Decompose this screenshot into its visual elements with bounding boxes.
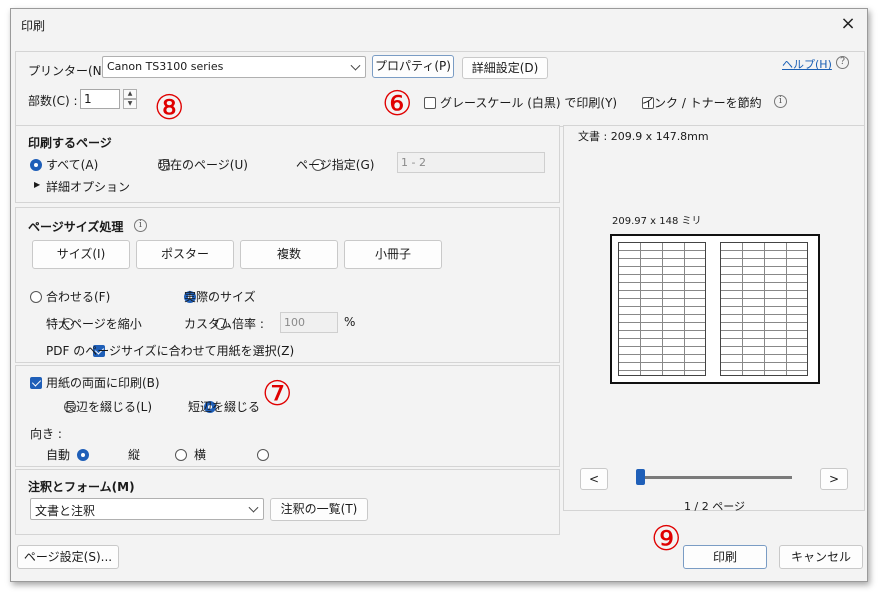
page-range-value: 1 - 2 <box>401 156 426 169</box>
properties-button[interactable]: プロパティ(P) <box>372 55 454 78</box>
page-indicator: 1 / 2 ページ <box>684 500 745 513</box>
save-ink-label: インク / トナーを節約 <box>642 96 762 110</box>
comments-heading: 注釈とフォーム(M) <box>28 480 135 494</box>
custom-scale-label: カスタム倍率 : <box>184 317 264 331</box>
fit-label: 合わせる(F) <box>46 290 111 304</box>
annotation-7: ⑦ <box>262 374 293 414</box>
annotation-9: ⑨ <box>651 519 682 559</box>
info-icon[interactable]: i <box>134 219 147 232</box>
help-link[interactable]: ヘルプ(H) <box>782 56 832 72</box>
printer-name: Canon TS3100 series <box>107 60 224 73</box>
comments-panel: 注釈とフォーム(M) 文書と注釈 注釈の一覧(T) <box>15 469 560 535</box>
expand-triangle-icon[interactable]: ▶ <box>34 180 40 189</box>
auto-orientation-label: 自動 <box>46 448 71 462</box>
preview-table-right <box>720 242 808 376</box>
pages-current-label: 現在のページ(U) <box>158 158 248 172</box>
custom-scale-value: 100 <box>284 316 305 329</box>
grayscale-checkbox[interactable] <box>424 96 436 109</box>
advanced-button[interactable]: 詳細設定(D) <box>462 57 548 79</box>
poster-button[interactable]: ポスター <box>136 240 234 269</box>
long-edge-label: 長辺を綴じる(L) <box>64 400 153 414</box>
comments-selected: 文書と注釈 <box>35 504 96 518</box>
annotation-6: ⑥ <box>382 84 413 124</box>
short-edge-label: 短辺を綴じる <box>188 400 261 414</box>
sizing-heading: ページサイズ処理 <box>28 220 124 234</box>
printer-select[interactable]: Canon TS3100 series <box>102 56 366 78</box>
auto-orientation-radio[interactable] <box>77 448 90 461</box>
duplex-checkbox[interactable] <box>30 376 42 389</box>
info-icon[interactable]: i <box>774 95 787 108</box>
copies-label: 部数(C) : <box>28 94 78 108</box>
help-icon[interactable]: ? <box>836 56 849 69</box>
page-slider-track[interactable] <box>636 476 792 479</box>
duplex-panel: 用紙の両面に印刷(B) 長辺を綴じる(L) 短辺を綴じる ⑦ 向き : 自動 縦… <box>15 365 560 467</box>
dialog-title: 印刷 <box>21 19 46 33</box>
copies-up-icon[interactable]: ▲ <box>123 89 137 99</box>
chevron-down-icon <box>248 502 259 513</box>
pages-panel: 印刷するページ すべて(A) 現在のページ(U) ページ指定(G) 1 - 2 … <box>15 125 560 203</box>
pdf-size-label: PDF のページサイズに合わせて用紙を選択(Z) <box>46 344 295 358</box>
copies-input[interactable]: 1 <box>80 89 120 109</box>
actual-size-label: 実際のサイズ <box>184 290 256 304</box>
chevron-down-icon <box>350 60 361 71</box>
document-size: 文書 : 209.9 x 147.8mm <box>578 130 709 143</box>
booklet-button[interactable]: 小冊子 <box>344 240 442 269</box>
pages-range-label: ページ指定(G) <box>296 158 375 172</box>
grayscale-label: グレースケール (白黒) で印刷(Y) <box>440 96 618 110</box>
pages-all-radio[interactable] <box>30 158 42 171</box>
custom-scale-input[interactable]: 100 <box>280 312 338 333</box>
percent-label: % <box>344 315 356 329</box>
orientation-label: 向き : <box>30 427 62 441</box>
pages-heading: 印刷するページ <box>28 136 112 150</box>
print-dialog: 印刷 × プリンター(N) : Canon TS3100 series プロパテ… <box>10 8 868 582</box>
next-page-button[interactable]: > <box>820 468 848 490</box>
title-bar: 印刷 × <box>11 9 867 39</box>
close-icon[interactable]: × <box>837 13 859 35</box>
page-range-input[interactable]: 1 - 2 <box>397 152 545 173</box>
comments-select[interactable]: 文書と注釈 <box>30 498 264 520</box>
sheet-size: 209.97 x 148 ミリ <box>612 216 702 227</box>
preview-table-left <box>618 242 706 376</box>
portrait-label: 縦 <box>128 448 141 462</box>
duplex-label: 用紙の両面に印刷(B) <box>46 376 160 390</box>
previous-page-button[interactable]: < <box>580 468 608 490</box>
page-slider-thumb[interactable] <box>636 469 645 485</box>
preview-panel: 文書 : 209.9 x 147.8mm 209.97 x 148 ミリ < >… <box>563 125 865 513</box>
comments-summary-button[interactable]: 注釈の一覧(T) <box>270 498 368 521</box>
print-button[interactable]: 印刷 <box>683 545 767 569</box>
page-setup-button[interactable]: ページ設定(S)... <box>17 545 119 569</box>
landscape-label: 横 <box>194 448 207 462</box>
shrink-label: 特大ページを縮小 <box>46 317 142 331</box>
size-button[interactable]: サイズ(I) <box>32 240 130 269</box>
sizing-panel: ページサイズ処理 i サイズ(I) ポスター 複数 小冊子 合わせる(F) 実際… <box>15 207 560 363</box>
annotation-8: ⑧ <box>154 88 185 128</box>
printer-panel: プリンター(N) : Canon TS3100 series プロパティ(P) … <box>15 51 865 127</box>
copies-down-icon[interactable]: ▼ <box>123 99 137 109</box>
copies-value: 1 <box>84 92 92 106</box>
pages-all-label: すべて(A) <box>46 158 99 172</box>
preview-page <box>610 234 820 384</box>
cancel-button[interactable]: キャンセル <box>779 545 863 569</box>
multiple-button[interactable]: 複数 <box>240 240 338 269</box>
landscape-radio[interactable] <box>257 448 270 461</box>
fit-radio[interactable] <box>30 290 42 303</box>
portrait-radio[interactable] <box>175 448 188 461</box>
more-options-label[interactable]: 詳細オプション <box>46 178 130 195</box>
